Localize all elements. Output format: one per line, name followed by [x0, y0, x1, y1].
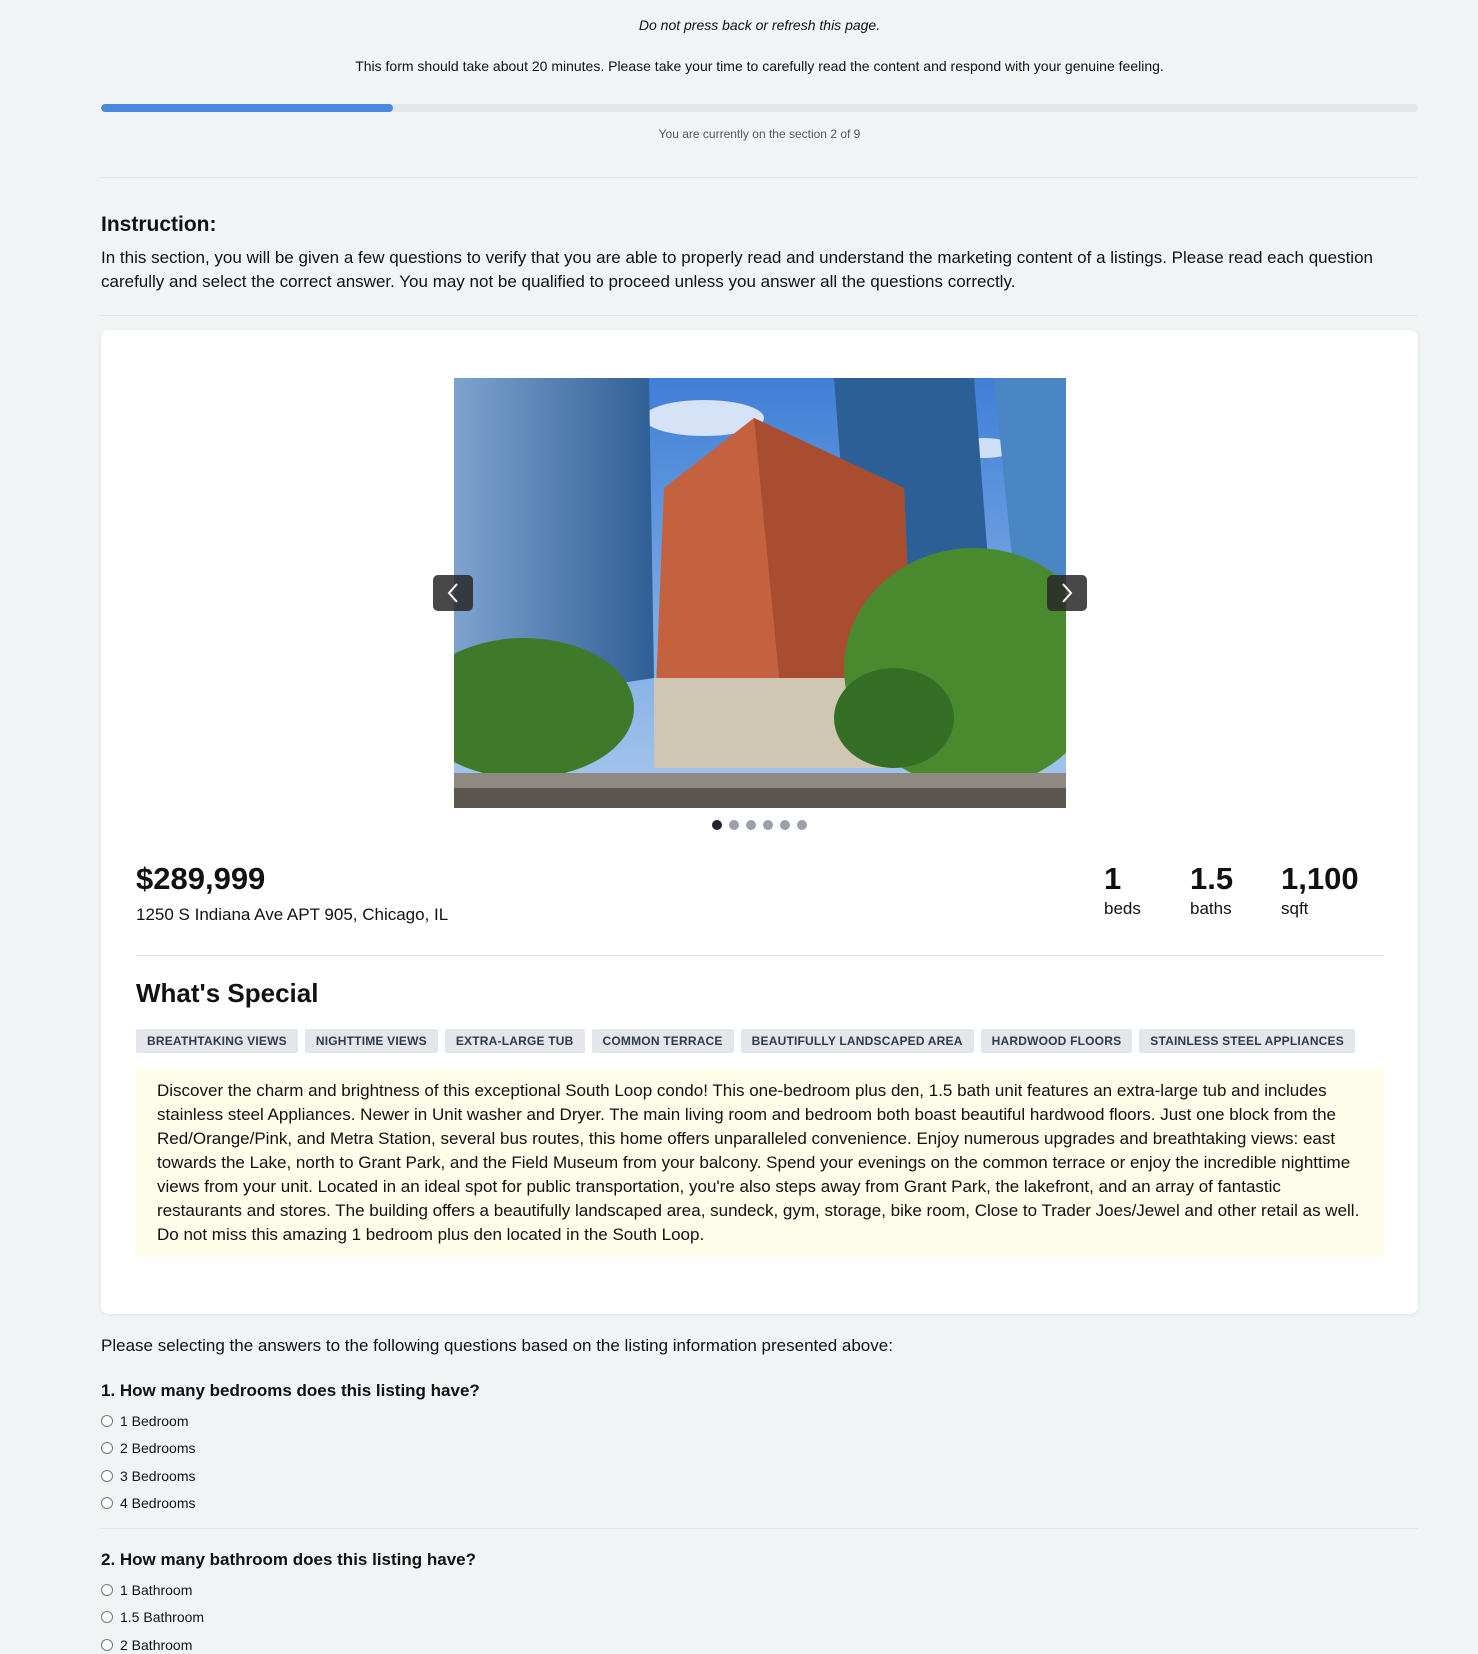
- carousel-dot[interactable]: [780, 820, 790, 830]
- radio-button[interactable]: [101, 1584, 113, 1596]
- carousel-next-button[interactable]: [1047, 575, 1087, 611]
- carousel-dot[interactable]: [746, 820, 756, 830]
- carousel-dots: [101, 820, 1418, 830]
- question-1-title: 1. How many bedrooms does this listing h…: [101, 1381, 480, 1400]
- carousel-dot[interactable]: [797, 820, 807, 830]
- carousel-dot[interactable]: [763, 820, 773, 830]
- radio-button[interactable]: [101, 1415, 113, 1427]
- chevron-right-icon: [1062, 583, 1073, 603]
- radio-button[interactable]: [101, 1470, 113, 1482]
- option-label: 1 Bathroom: [120, 1582, 193, 1598]
- listing-description: Discover the charm and brightness of thi…: [136, 1069, 1384, 1257]
- option-label: 1 Bedroom: [120, 1413, 189, 1429]
- divider: [136, 955, 1384, 956]
- carousel-dot[interactable]: [729, 820, 739, 830]
- stat-value: 1: [1104, 861, 1122, 896]
- feature-tag: COMMON TERRACE: [591, 1029, 734, 1053]
- radio-button[interactable]: [101, 1442, 113, 1454]
- option-label: 1.5 Bathroom: [120, 1609, 205, 1625]
- listing-card: $289,999 1250 S Indiana Ave APT 905, Chi…: [101, 330, 1418, 1314]
- progress-bar: [101, 104, 1418, 112]
- duration-note: This form should take about 20 minutes. …: [355, 58, 1164, 74]
- feature-tag: BEAUTIFULLY LANDSCAPED AREA: [740, 1029, 974, 1053]
- feature-tag: NIGHTTIME VIEWS: [304, 1029, 438, 1053]
- feature-tags: BREATHTAKING VIEWS NIGHTTIME VIEWS EXTRA…: [136, 1029, 1355, 1053]
- divider: [101, 1528, 1418, 1529]
- listing-address: 1250 S Indiana Ave APT 905, Chicago, IL: [136, 905, 449, 924]
- option-label: 4 Bedrooms: [120, 1495, 196, 1511]
- question-2-title: 2. How many bathroom does this listing h…: [101, 1550, 477, 1569]
- carousel-prev-button[interactable]: [433, 575, 473, 611]
- stat-sqft: 1,100 sqft: [1281, 861, 1359, 919]
- radio-button[interactable]: [101, 1639, 113, 1651]
- q1-option-1[interactable]: 1 Bedroom: [101, 1413, 188, 1429]
- stat-value: 1,100: [1281, 861, 1359, 896]
- instruction-title: Instruction:: [101, 213, 217, 236]
- q1-option-2[interactable]: 2 Bedrooms: [101, 1440, 195, 1456]
- option-label: 2 Bedrooms: [120, 1440, 196, 1456]
- q2-option-3[interactable]: 2 Bathroom: [101, 1637, 192, 1653]
- radio-button[interactable]: [101, 1497, 113, 1509]
- option-label: 3 Bedrooms: [120, 1468, 196, 1484]
- stat-label: sqft: [1281, 899, 1309, 918]
- option-label: 2 Bathroom: [120, 1637, 193, 1653]
- listing-photo[interactable]: [454, 378, 1066, 808]
- q1-option-4[interactable]: 4 Bedrooms: [101, 1495, 195, 1511]
- chevron-left-icon: [447, 583, 458, 603]
- feature-tag: BREATHTAKING VIEWS: [136, 1029, 298, 1053]
- divider: [101, 177, 1418, 178]
- listing-price: $289,999: [136, 861, 266, 896]
- q2-option-2[interactable]: 1.5 Bathroom: [101, 1609, 204, 1625]
- stat-value: 1.5: [1190, 861, 1234, 896]
- building-photo-illustration: [454, 378, 1066, 808]
- instruction-body: In this section, you will be given a few…: [101, 248, 1373, 291]
- warning-text: Do not press back or refresh this page.: [638, 17, 881, 33]
- stat-beds: 1 beds: [1104, 861, 1141, 919]
- feature-tag: HARDWOOD FLOORS: [980, 1029, 1133, 1053]
- divider: [101, 315, 1418, 316]
- feature-tag: EXTRA-LARGE TUB: [444, 1029, 585, 1053]
- whats-special-title: What's Special: [136, 978, 319, 1008]
- stat-label: beds: [1104, 899, 1141, 918]
- stat-baths: 1.5 baths: [1190, 861, 1233, 919]
- feature-tag: STAINLESS STEEL APPLIANCES: [1139, 1029, 1355, 1053]
- stat-label: baths: [1190, 899, 1232, 918]
- radio-button[interactable]: [101, 1611, 113, 1623]
- questions-intro: Please selecting the answers to the foll…: [101, 1336, 893, 1355]
- carousel-dot[interactable]: [712, 820, 722, 830]
- progress-fill: [101, 104, 394, 112]
- q1-option-3[interactable]: 3 Bedrooms: [101, 1468, 195, 1484]
- progress-text: You are currently on the section 2 of 9: [658, 127, 861, 141]
- q2-option-1[interactable]: 1 Bathroom: [101, 1582, 192, 1598]
